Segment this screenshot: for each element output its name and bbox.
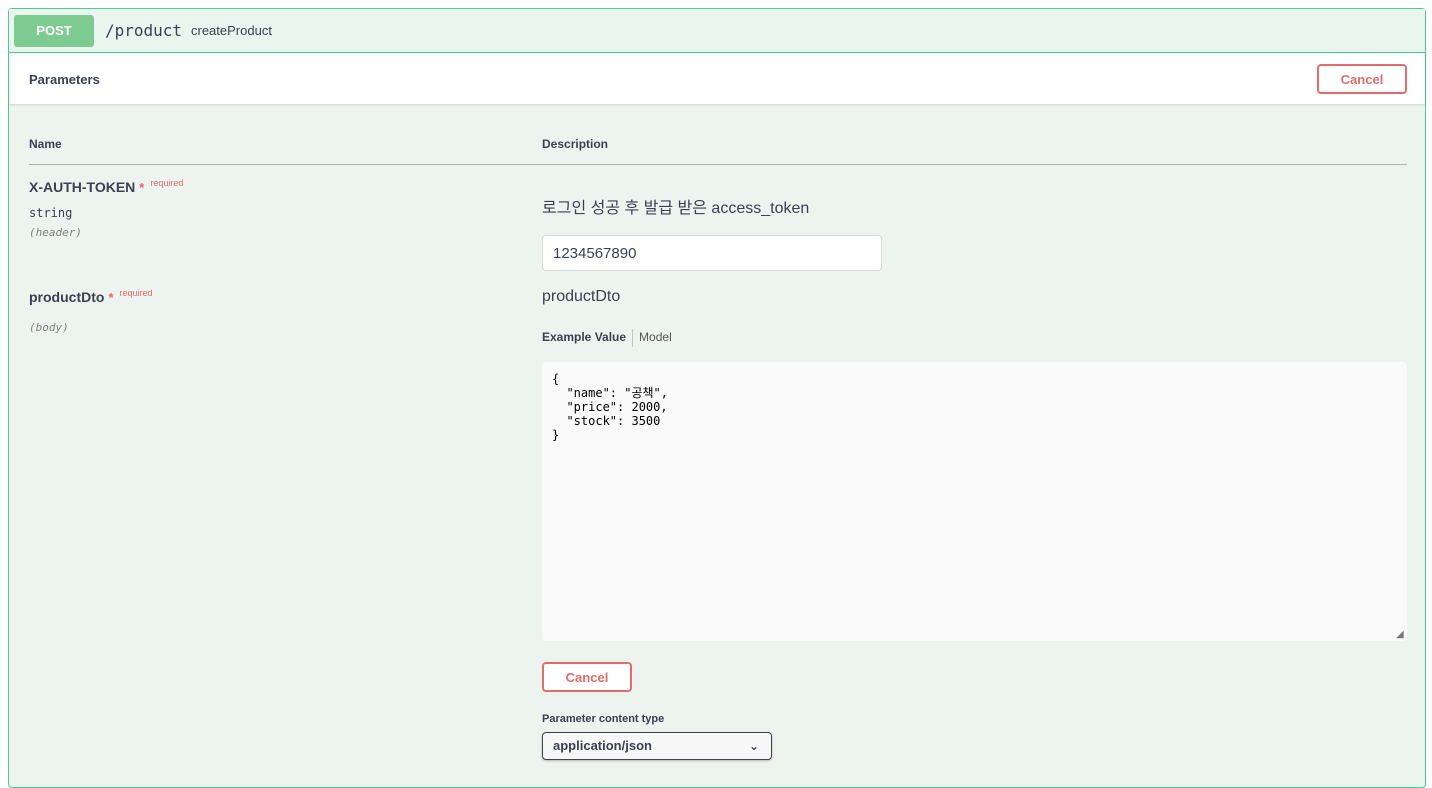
cancel-try-out-button[interactable]: Cancel	[1317, 64, 1407, 94]
required-label: required	[119, 288, 153, 298]
operation-summary[interactable]: POST /product createProduct	[9, 9, 1425, 53]
content-type-label: Parameter content type	[542, 713, 665, 725]
required-star: *	[139, 180, 145, 195]
chevron-down-icon: ⌄	[748, 739, 759, 753]
param-description: 로그인 성공 후 발급 받은 access_token	[542, 200, 810, 217]
param-name-productdto: productDto * required	[29, 288, 153, 305]
parameters-header: Parameters Cancel	[9, 53, 1425, 104]
tab-separator	[632, 329, 634, 347]
param-name-text: X-AUTH-TOKEN	[29, 179, 136, 195]
column-header-name: Name	[29, 137, 62, 151]
tab-model[interactable]: Model	[639, 330, 672, 344]
required-label: required	[150, 178, 184, 188]
param-name-text: productDto	[29, 289, 105, 305]
param-name-x-auth-token: X-AUTH-TOKEN * required	[29, 178, 184, 195]
method-badge: POST	[14, 15, 94, 47]
param-type: string	[29, 206, 73, 220]
required-star: *	[108, 290, 114, 305]
param-description: productDto	[542, 288, 621, 305]
param-location: (header)	[29, 226, 82, 239]
column-header-description: Description	[542, 137, 609, 151]
content-type-value: application/json	[553, 738, 652, 753]
parameters-title: Parameters	[29, 72, 100, 87]
operation-id: createProduct	[191, 23, 272, 38]
operation-block-post-product: POST /product createProduct Parameters C…	[8, 8, 1426, 788]
tab-example-value[interactable]: Example Value	[542, 330, 626, 344]
request-body-editor[interactable]: { "name": "공책", "price": 2000, "stock": …	[542, 362, 1407, 641]
x-auth-token-input[interactable]	[542, 235, 882, 271]
header-divider	[29, 164, 1407, 165]
body-cancel-button[interactable]: Cancel	[542, 662, 632, 692]
resize-handle-icon[interactable]: ◢	[1396, 630, 1406, 640]
example-model-tabs: Example Value Model	[542, 329, 672, 347]
param-location: (body)	[29, 321, 69, 334]
content-type-select[interactable]: application/json ⌄	[542, 732, 772, 760]
operation-path: /product	[105, 21, 183, 40]
